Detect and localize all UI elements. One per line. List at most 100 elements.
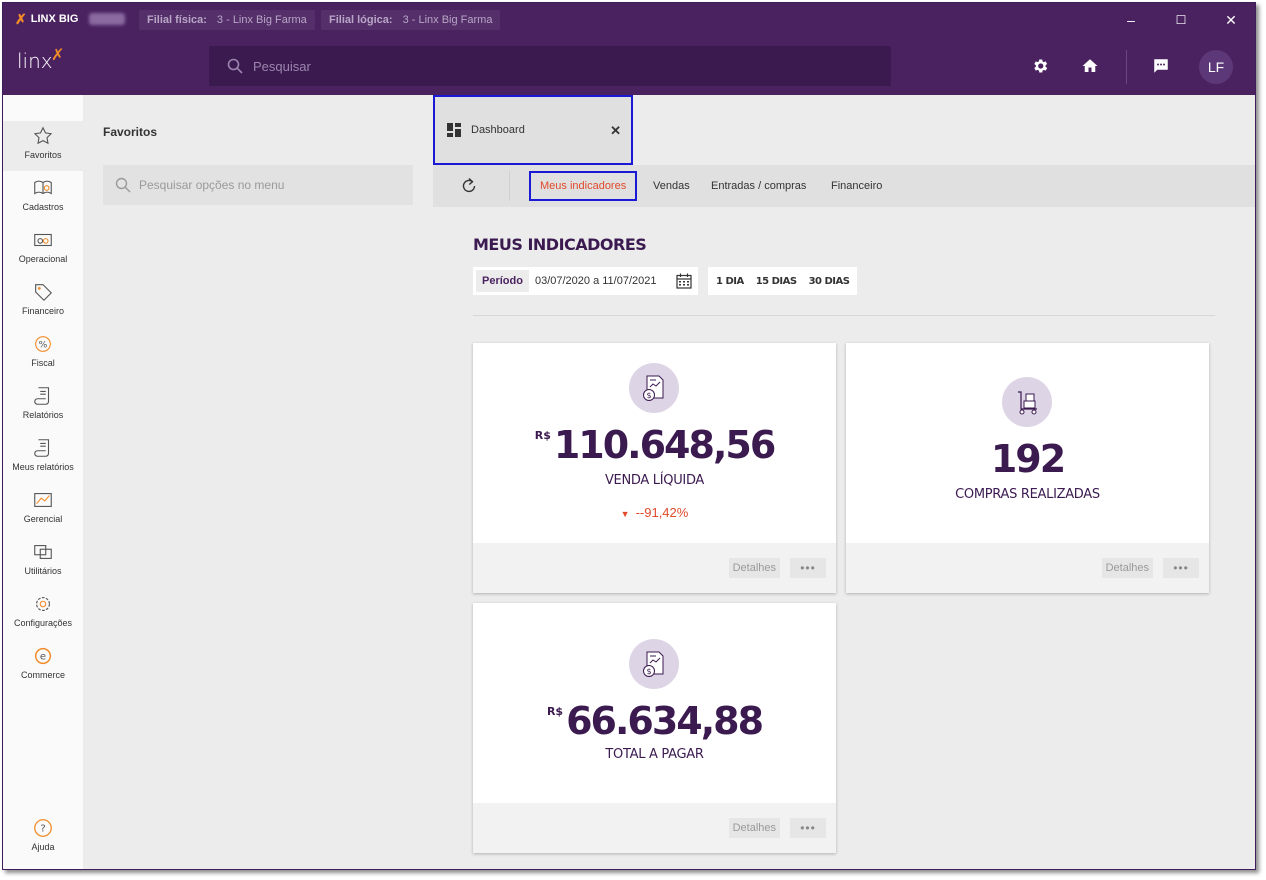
nav-label: Configurações bbox=[13, 618, 73, 628]
svg-text:?: ? bbox=[40, 824, 45, 835]
gear-icon bbox=[1034, 59, 1048, 73]
title-bar: ✗ LINX BIG Filial física: 3 - Linx Big F… bbox=[3, 3, 1255, 37]
logo-text: linx bbox=[17, 49, 53, 73]
divider bbox=[473, 315, 1215, 316]
search-icon bbox=[227, 58, 243, 74]
close-tab-icon[interactable]: ✕ bbox=[610, 123, 621, 139]
card-compras-realizadas: 192 COMPRAS REALIZADAS Detalhes ••• bbox=[846, 343, 1209, 593]
caret-down-icon: ▼ bbox=[620, 509, 630, 519]
menu-search-input[interactable] bbox=[139, 178, 399, 192]
nav-item-relatorios[interactable]: Relatórios bbox=[3, 381, 83, 431]
nav-label: Ajuda bbox=[31, 842, 55, 852]
tab-label: Dashboard bbox=[471, 124, 525, 136]
home-icon bbox=[1082, 59, 1098, 72]
nav-label: Meus relatórios bbox=[12, 462, 74, 472]
filial-logica-value: 3 - Linx Big Farma bbox=[402, 14, 493, 26]
value-text: 66.634,88 bbox=[566, 699, 764, 743]
chart-icon bbox=[34, 493, 52, 507]
filial-logica: Filial lógica: 3 - Linx Big Farma bbox=[321, 10, 501, 30]
nav-label: Utilitários bbox=[24, 566, 62, 576]
book-icon bbox=[34, 180, 52, 195]
refresh-icon[interactable] bbox=[459, 176, 479, 196]
currency-symbol: R$ bbox=[534, 429, 551, 442]
nav-item-financeiro[interactable]: Financeiro bbox=[3, 277, 83, 327]
app-name: LINX BIG bbox=[30, 13, 79, 25]
venda-liquida-label: VENDA LÍQUIDA bbox=[604, 473, 705, 488]
more-options-button[interactable]: ••• bbox=[1163, 558, 1199, 578]
svg-text:$: $ bbox=[646, 667, 651, 676]
star-icon bbox=[33, 126, 53, 145]
scroll-icon bbox=[34, 439, 50, 457]
compras-realizadas-label: COMPRAS REALIZADAS bbox=[955, 487, 1100, 502]
nav-label: Operacional bbox=[18, 254, 68, 264]
avatar[interactable]: LF bbox=[1199, 50, 1233, 84]
range-1-dia[interactable]: 1 DIA bbox=[716, 276, 744, 287]
tab-dashboard[interactable]: Dashboard ✕ bbox=[433, 95, 633, 165]
nav-label: Favoritos bbox=[24, 150, 62, 160]
value-text: 110.648,56 bbox=[553, 423, 776, 467]
subtab-entradas-compras[interactable]: Entradas / compras bbox=[711, 165, 806, 207]
main-area: Dashboard ✕ Meus indicadores Vendas Entr… bbox=[433, 95, 1255, 869]
nav-item-ajuda[interactable]: ? Ajuda bbox=[3, 813, 83, 863]
nav-label: Gerencial bbox=[23, 514, 63, 524]
favorites-title: Favoritos bbox=[103, 125, 158, 139]
compras-realizadas-value: 192 bbox=[846, 437, 1209, 481]
svg-text:$: $ bbox=[646, 391, 651, 400]
nav-item-meus-relatorios[interactable]: Meus relatórios bbox=[3, 433, 83, 483]
value-text: 192 bbox=[990, 437, 1066, 481]
dashboard-content: MEUS INDICADORES Período 03/07/2020 a 11… bbox=[433, 207, 1255, 869]
minimize-button[interactable]: – bbox=[1119, 9, 1143, 31]
details-button[interactable]: Detalhes bbox=[728, 558, 780, 578]
more-options-button[interactable]: ••• bbox=[790, 558, 826, 578]
currency-symbol: R$ bbox=[546, 705, 564, 718]
subnav-separator bbox=[509, 171, 510, 201]
calendar-icon[interactable] bbox=[676, 273, 692, 289]
messages-button[interactable] bbox=[1150, 55, 1172, 77]
logo-spark-icon: ✗ bbox=[51, 45, 65, 64]
header-separator bbox=[1126, 50, 1127, 84]
nav-item-favoritos[interactable]: Favoritos bbox=[3, 121, 83, 171]
search-input[interactable] bbox=[253, 58, 853, 74]
details-button[interactable]: Detalhes bbox=[728, 818, 780, 838]
card-venda-liquida: $ R$110.648,56 VENDA LÍQUIDA ▼ --91,42% D… bbox=[473, 343, 836, 593]
details-button[interactable]: Detalhes bbox=[1101, 558, 1153, 578]
chat-icon bbox=[1154, 59, 1168, 73]
period-label: Período bbox=[476, 270, 529, 292]
nav-item-configuracoes[interactable]: Configurações bbox=[3, 589, 83, 639]
windows-icon bbox=[34, 545, 52, 559]
close-window-button[interactable]: ✕ bbox=[1219, 9, 1243, 31]
subtab-vendas[interactable]: Vendas bbox=[653, 165, 690, 207]
maximize-button[interactable]: ☐ bbox=[1169, 9, 1193, 31]
nav-label: Financeiro bbox=[21, 306, 65, 316]
nav-item-commerce[interactable]: e Commerce bbox=[3, 641, 83, 691]
nav-item-cadastros[interactable]: Cadastros bbox=[3, 173, 83, 223]
global-search[interactable] bbox=[209, 46, 891, 86]
settings-button[interactable] bbox=[1029, 55, 1051, 77]
menu-search[interactable] bbox=[103, 165, 413, 205]
app-header: linx ✗ LF bbox=[3, 37, 1255, 95]
page-title: MEUS INDICADORES bbox=[473, 235, 647, 254]
more-options-button[interactable]: ••• bbox=[790, 818, 826, 838]
subtab-financeiro[interactable]: Financeiro bbox=[831, 165, 882, 207]
card-footer: Detalhes ••• bbox=[846, 543, 1209, 593]
percent-icon: % bbox=[35, 336, 51, 352]
range-15-dias[interactable]: 15 DIAS bbox=[756, 276, 797, 287]
scroll-icon bbox=[34, 387, 50, 405]
nav-item-gerencial[interactable]: Gerencial bbox=[3, 485, 83, 535]
nav-item-fiscal[interactable]: % Fiscal bbox=[3, 329, 83, 379]
blurred-user-code bbox=[89, 13, 125, 25]
invoice-money-icon: $ bbox=[629, 639, 679, 689]
nav-item-operacional[interactable]: Operacional bbox=[3, 225, 83, 275]
linx-logo[interactable]: linx ✗ bbox=[17, 45, 64, 73]
period-selector[interactable]: Período 03/07/2020 a 11/07/2021 bbox=[473, 267, 698, 295]
cash-icon bbox=[34, 233, 52, 247]
range-30-dias[interactable]: 30 DIAS bbox=[809, 276, 850, 287]
nav-item-utilitarios[interactable]: Utilitários bbox=[3, 537, 83, 587]
card-footer: Detalhes ••• bbox=[473, 803, 836, 853]
favorites-panel: Favoritos bbox=[83, 95, 433, 869]
commerce-icon: e bbox=[34, 647, 52, 665]
subtab-meus-indicadores[interactable]: Meus indicadores bbox=[529, 171, 638, 201]
filial-fisica-value: 3 - Linx Big Farma bbox=[216, 14, 307, 26]
home-button[interactable] bbox=[1079, 55, 1101, 77]
period-value: 03/07/2020 a 11/07/2021 bbox=[534, 275, 657, 287]
